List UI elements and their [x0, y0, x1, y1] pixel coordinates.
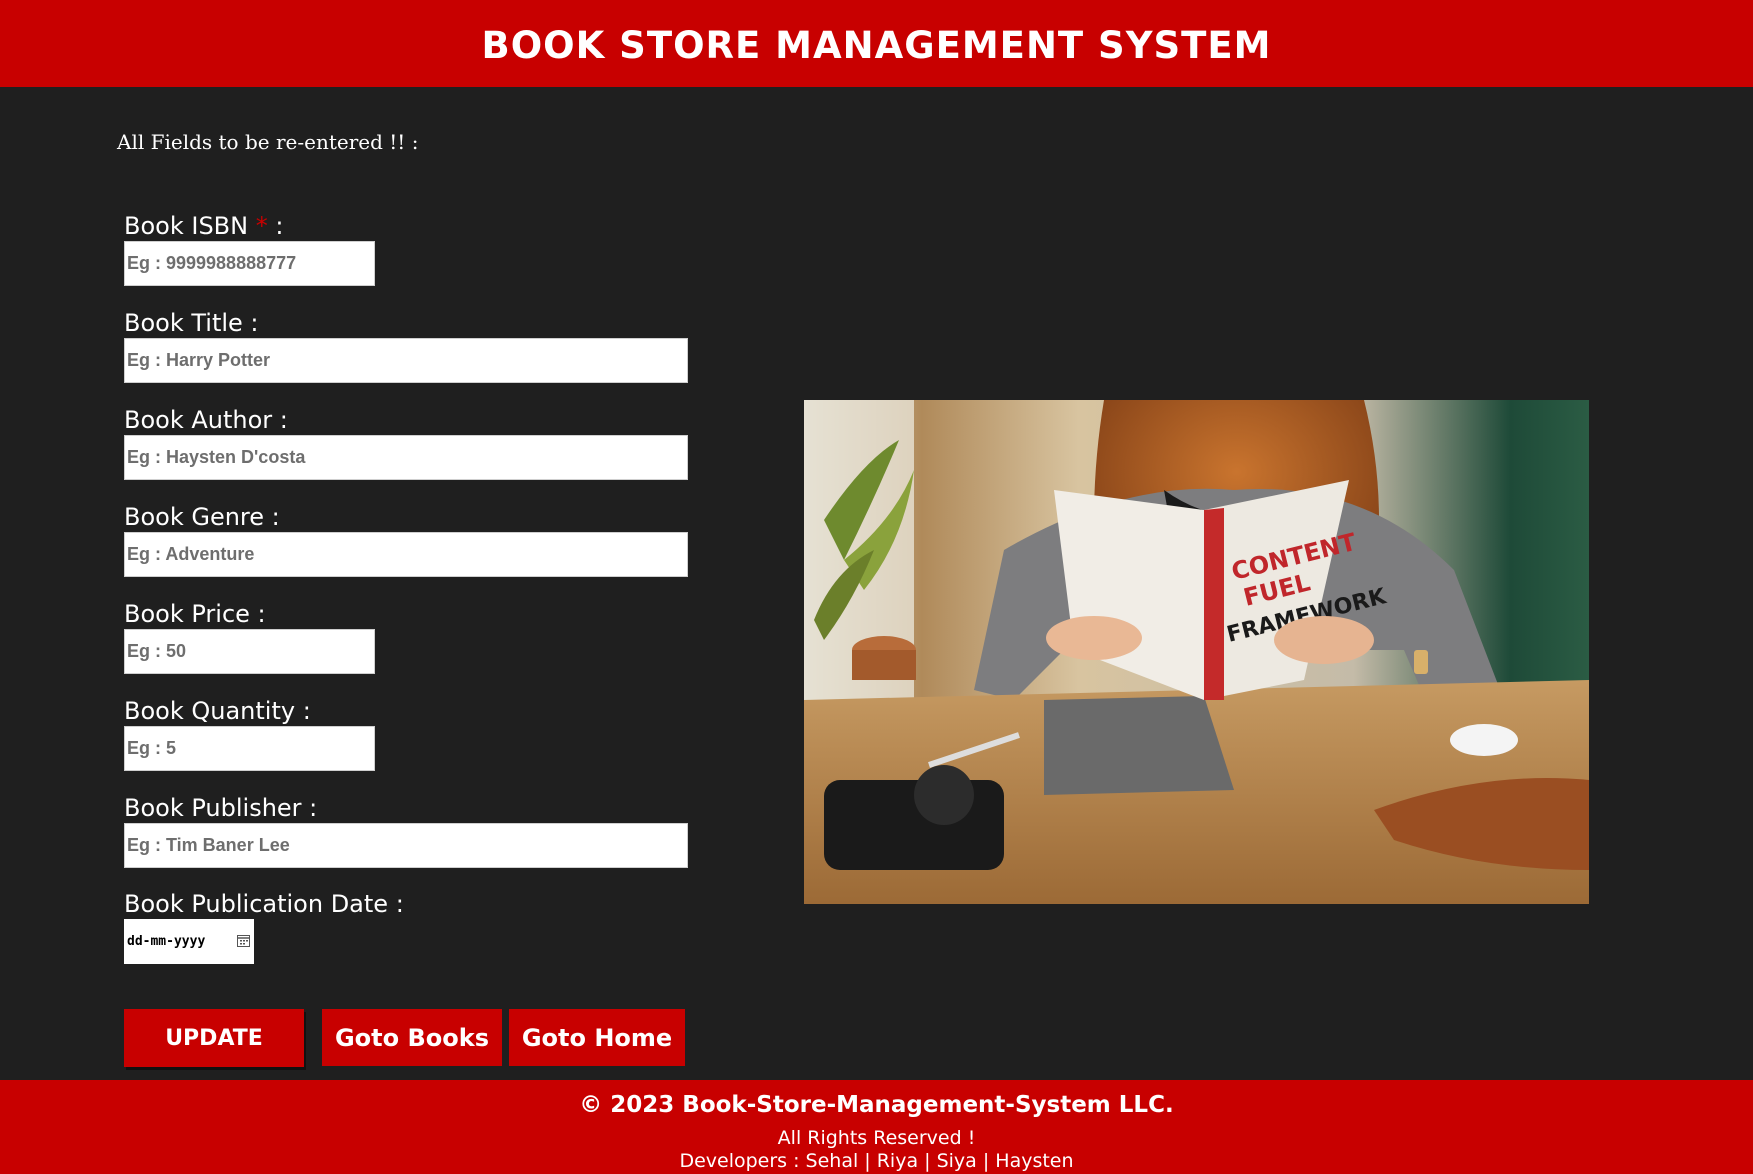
- footer-copyright: © 2023 Book-Store-Management-System LLC.: [579, 1092, 1174, 1118]
- calendar-icon[interactable]: [237, 934, 250, 947]
- genre-input[interactable]: [124, 532, 688, 577]
- reading-photo-illustration: CONTENT FUEL FRAMEWORK: [804, 400, 1589, 904]
- quantity-input[interactable]: [124, 726, 375, 771]
- goto-home-button[interactable]: Goto Home: [509, 1009, 685, 1066]
- quantity-label: Book Quantity :: [124, 697, 311, 725]
- footer-developers: Developers : Sehal | Riya | Siya | Hayst…: [679, 1150, 1074, 1172]
- date-placeholder: dd-mm-yyyy: [127, 934, 206, 949]
- reading-photo: CONTENT FUEL FRAMEWORK: [804, 400, 1589, 904]
- isbn-label-colon: :: [275, 212, 284, 240]
- page-header: BOOK STORE MANAGEMENT SYSTEM: [0, 0, 1753, 87]
- required-asterisk: *: [255, 212, 268, 240]
- re-enter-notice: All Fields to be re-entered !! :: [117, 130, 419, 154]
- page-footer: © 2023 Book-Store-Management-System LLC.…: [0, 1080, 1753, 1174]
- price-input[interactable]: [124, 629, 375, 674]
- publication-date-label: Book Publication Date :: [124, 890, 404, 918]
- genre-label: Book Genre :: [124, 503, 280, 531]
- publisher-label: Book Publisher :: [124, 794, 318, 822]
- isbn-label-text: Book ISBN: [124, 212, 249, 240]
- publication-date-input[interactable]: dd-mm-yyyy: [124, 919, 254, 964]
- author-input[interactable]: [124, 435, 688, 480]
- publisher-input[interactable]: [124, 823, 688, 868]
- author-label: Book Author :: [124, 406, 288, 434]
- isbn-input[interactable]: [124, 241, 375, 286]
- price-label: Book Price :: [124, 600, 266, 628]
- isbn-label: Book ISBN * :: [124, 212, 283, 240]
- title-label: Book Title :: [124, 309, 259, 337]
- update-button[interactable]: UPDATE: [124, 1009, 304, 1067]
- title-input[interactable]: [124, 338, 688, 383]
- goto-books-button[interactable]: Goto Books: [322, 1009, 502, 1066]
- page-title: BOOK STORE MANAGEMENT SYSTEM: [481, 24, 1272, 67]
- footer-rights: All Rights Reserved !: [777, 1127, 976, 1149]
